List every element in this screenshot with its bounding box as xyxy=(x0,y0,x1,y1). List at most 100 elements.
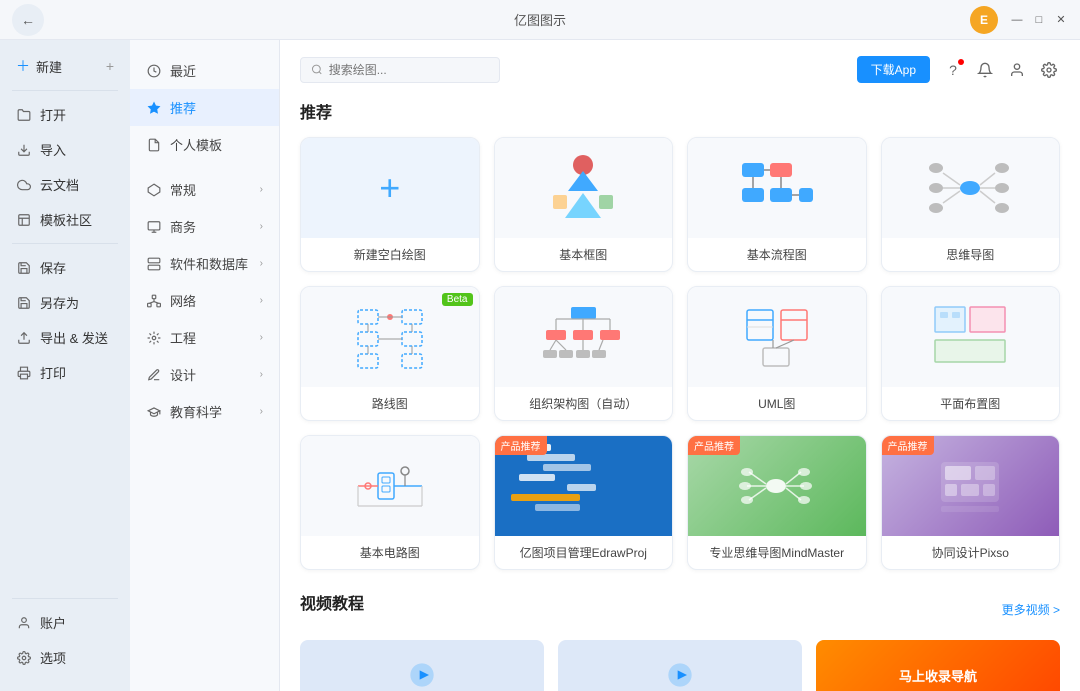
template-card-new-blank[interactable]: + 新建空白绘图 xyxy=(300,137,480,272)
divider-3 xyxy=(12,598,118,599)
sidebar-item-account[interactable]: 账户 xyxy=(0,605,130,640)
promo-text: 马上收录导航 xyxy=(899,666,977,685)
template-card-pixso[interactable]: 产品推荐 协同设计Pixso xyxy=(881,435,1061,570)
template-card-mindmaster[interactable]: 产品推荐 xyxy=(687,435,867,570)
divider-1 xyxy=(12,90,118,91)
account-label: 账户 xyxy=(40,613,66,632)
download-app-button[interactable]: 下载App xyxy=(857,56,930,83)
settings-label: 选项 xyxy=(40,648,66,667)
back-button[interactable]: ← xyxy=(12,4,44,36)
sidebar-item-save[interactable]: 保存 xyxy=(0,250,130,285)
product-badge-edrawproj: 产品推荐 xyxy=(495,436,547,455)
mindmap-diagram-icon xyxy=(928,153,1013,223)
card-preview-mindmap xyxy=(882,138,1060,238)
avatar[interactable]: E xyxy=(970,6,998,34)
cloud-icon xyxy=(16,177,32,193)
maximize-button[interactable]: □ xyxy=(1032,13,1046,27)
product-badge-mindmaster: 产品推荐 xyxy=(688,436,740,455)
cat-item-recent[interactable]: 最近 xyxy=(130,52,279,89)
product-badge-pixso: 产品推荐 xyxy=(882,436,934,455)
title-bar: ← 亿图图示 E — □ ✕ xyxy=(0,0,1080,40)
sidebar-item-open[interactable]: 打开 xyxy=(0,97,130,132)
sidebar-item-saveas[interactable]: 另存为 xyxy=(0,285,130,320)
gear-icon[interactable] xyxy=(1038,59,1060,81)
cat-recent-label: 最近 xyxy=(170,61,196,80)
cat-general-label: 常规 xyxy=(170,180,196,199)
template-card-route[interactable]: Beta xyxy=(300,286,480,421)
template-card-uml[interactable]: UML图 xyxy=(687,286,867,421)
video-thumb-3[interactable]: 马上收录导航 xyxy=(816,640,1060,691)
beta-badge: Beta xyxy=(442,293,473,306)
open-label: 打开 xyxy=(40,105,66,124)
video-grid: 马上收录导航 xyxy=(300,640,1060,691)
org-diagram-icon xyxy=(541,302,626,372)
template-label: 模板社区 xyxy=(40,210,92,229)
sidebar-item-template[interactable]: 模板社区 xyxy=(0,202,130,237)
video-thumb-2[interactable] xyxy=(558,640,802,691)
plus-icon: + xyxy=(379,170,400,206)
cat-item-recommend[interactable]: 推荐 xyxy=(130,89,279,126)
sidebar-item-settings[interactable]: 选项 xyxy=(0,640,130,675)
more-videos-link[interactable]: 更多视频 > xyxy=(1002,601,1060,618)
cat-item-education[interactable]: 教育科学 › xyxy=(130,393,279,430)
sidebar-item-import[interactable]: 导入 xyxy=(0,132,130,167)
card-preview-layout xyxy=(882,287,1060,387)
card-label-circuit: 基本电路图 xyxy=(301,536,479,569)
route-diagram-icon xyxy=(350,302,430,372)
cat-item-software[interactable]: 软件和数据库 › xyxy=(130,245,279,282)
engineering-icon xyxy=(146,330,162,346)
export-label: 导出 & 发送 xyxy=(40,328,108,347)
sidebar-item-cloud[interactable]: 云文档 xyxy=(0,167,130,202)
cat-item-design[interactable]: 设计 › xyxy=(130,356,279,393)
template-card-org[interactable]: 组织架构图（自动） xyxy=(494,286,674,421)
card-preview-org xyxy=(495,287,673,387)
new-button-row[interactable]: ＋ 新建 + xyxy=(0,48,130,84)
new-plus-icon[interactable]: + xyxy=(106,58,114,74)
template-card-layout[interactable]: 平面布置图 xyxy=(881,286,1061,421)
cat-business-label: 商务 xyxy=(170,217,196,236)
cat-item-personal[interactable]: 个人模板 xyxy=(130,126,279,163)
clock-icon xyxy=(146,63,162,79)
template-card-basic-flow[interactable]: 基本流程图 xyxy=(687,137,867,272)
sidebar-item-print[interactable]: 打印 xyxy=(0,355,130,390)
card-preview-uml xyxy=(688,287,866,387)
cat-item-general[interactable]: 常规 › xyxy=(130,171,279,208)
mindmaster-preview-icon xyxy=(739,454,814,519)
video-section-header: 视频教程 更多视频 > xyxy=(300,590,1060,628)
bell-icon[interactable] xyxy=(974,59,996,81)
play-icon-2 xyxy=(666,661,694,689)
main-toolbar: 下载App ? xyxy=(300,56,1060,83)
video-thumb-1[interactable] xyxy=(300,640,544,691)
minimize-button[interactable]: — xyxy=(1010,13,1024,27)
close-button[interactable]: ✕ xyxy=(1054,13,1068,27)
cat-item-business[interactable]: 商务 › xyxy=(130,208,279,245)
new-label: 新建 xyxy=(36,57,62,76)
cat-network-label: 网络 xyxy=(170,291,196,310)
main-content: 下载App ? 推荐 xyxy=(280,40,1080,691)
video-heading: 视频教程 xyxy=(300,590,364,614)
search-input[interactable] xyxy=(329,63,489,77)
save-icon xyxy=(16,260,32,276)
settings-icon xyxy=(16,650,32,666)
cat-item-network[interactable]: 网络 › xyxy=(130,282,279,319)
sidebar-item-export[interactable]: 导出 & 发送 xyxy=(0,320,130,355)
cat-software-label: 软件和数据库 xyxy=(170,254,248,273)
template-card-circuit[interactable]: 基本电路图 xyxy=(300,435,480,570)
layout-diagram-icon xyxy=(930,302,1010,372)
star-icon xyxy=(146,100,162,116)
network-icon xyxy=(146,293,162,309)
app-title: 亿图图示 xyxy=(514,10,566,29)
search-bar[interactable] xyxy=(300,57,500,83)
card-preview-mindmaster: 产品推荐 xyxy=(688,436,866,536)
template-card-edrawproj[interactable]: 产品推荐 亿图项目管理EdrawProj xyxy=(494,435,674,570)
template-card-basic-frame[interactable]: 基本框图 xyxy=(494,137,674,272)
question-icon[interactable]: ? xyxy=(942,59,964,81)
cat-item-engineering[interactable]: 工程 › xyxy=(130,319,279,356)
card-label-basic-flow: 基本流程图 xyxy=(688,238,866,271)
cat-recommend-label: 推荐 xyxy=(170,98,196,117)
print-icon xyxy=(16,365,32,381)
template-card-mindmap[interactable]: 思维导图 xyxy=(881,137,1061,272)
card-preview-edrawproj: 产品推荐 xyxy=(495,436,673,536)
search-icon xyxy=(311,63,323,76)
user-icon[interactable] xyxy=(1006,59,1028,81)
